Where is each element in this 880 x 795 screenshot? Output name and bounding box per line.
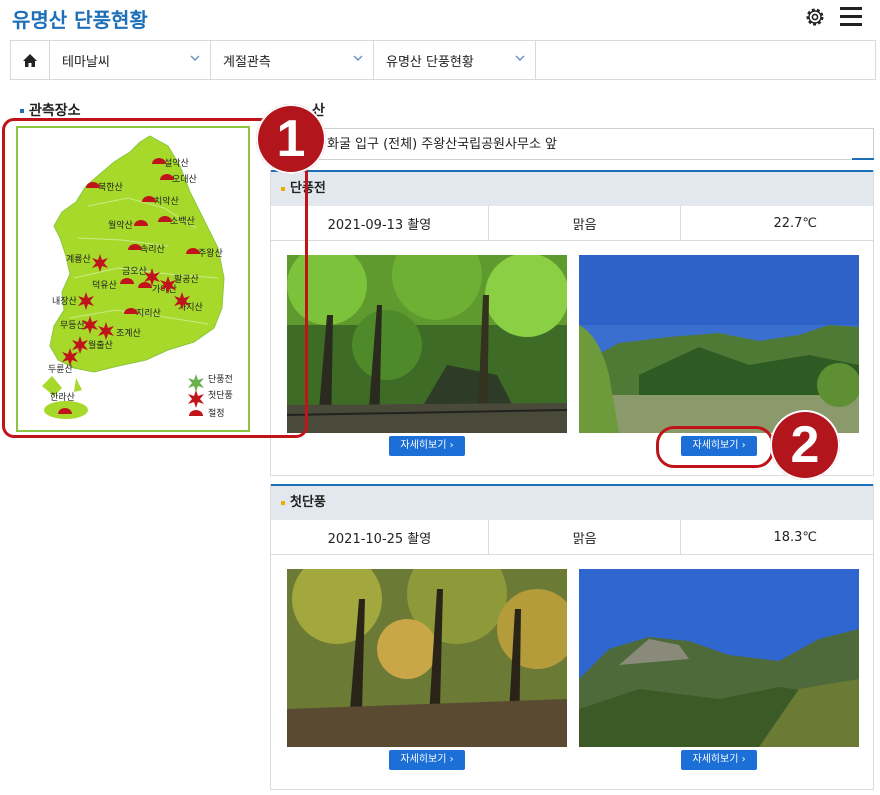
- weather: 맑음: [489, 520, 682, 554]
- section-title-text: 관측장소: [29, 103, 81, 119]
- section-title-location: 관측장소: [20, 100, 81, 120]
- panel-header: 첫단풍: [271, 484, 873, 520]
- foliage-panel-first: 첫단풍 2021-10-25 촬영 맑음 18.3℃ 자세히보기 › 자세히보기…: [270, 484, 874, 790]
- nav-dropdown-label: 계절관측: [223, 54, 271, 70]
- photo-thumbnail[interactable]: [287, 255, 567, 433]
- panel-header: 단풍전: [271, 170, 873, 206]
- temperature: 22.7℃: [773, 215, 817, 231]
- page-title: 유명산 단풍현황: [12, 8, 148, 32]
- nav-dropdown-foliage[interactable]: 유명산 단풍현황: [374, 41, 536, 79]
- home-button[interactable]: [11, 41, 50, 79]
- annotation-frame-map: [2, 118, 308, 438]
- temperature: 18.3℃: [773, 529, 817, 545]
- panel-info-row: 2021-09-13 촬영 맑음 22.7℃: [271, 206, 873, 241]
- weather: 맑음: [489, 206, 682, 240]
- details-button[interactable]: 자세히보기 ›: [389, 750, 465, 770]
- breadcrumb-nav: 테마날씨 계절관측 유명산 단풍현황: [10, 40, 876, 80]
- location-select-value: 화굴 입구 (전체) 주왕산국립공원사무소 앞: [327, 137, 557, 152]
- gear-icon[interactable]: [804, 6, 826, 28]
- photo-thumbnail[interactable]: [287, 569, 567, 747]
- details-button[interactable]: 자세히보기 ›: [681, 750, 757, 770]
- chevron-down-icon: [515, 55, 525, 61]
- location-select[interactable]: 화굴 입구 (전체) 주왕산국립공원사무소 앞: [270, 128, 874, 160]
- annotation-badge-2: 2: [770, 410, 840, 480]
- chevron-down-icon: [353, 55, 363, 61]
- photo-date: 2021-10-25 촬영: [271, 520, 489, 554]
- annotation-badge-1: 1: [256, 104, 326, 174]
- nav-dropdown-label: 테마날씨: [62, 54, 110, 70]
- nav-dropdown-season[interactable]: 계절관측: [211, 41, 374, 79]
- nav-dropdown-theme[interactable]: 테마날씨: [50, 41, 211, 79]
- chevron-down-icon: [190, 55, 200, 61]
- panel-title: 첫단풍: [290, 495, 326, 510]
- nav-dropdown-label: 유명산 단풍현황: [386, 54, 474, 70]
- photo-thumbnail[interactable]: [579, 569, 859, 747]
- panel-info-row: 2021-10-25 촬영 맑음 18.3℃: [271, 520, 873, 555]
- hamburger-menu-icon[interactable]: [840, 7, 862, 27]
- details-button[interactable]: 자세히보기 ›: [389, 436, 465, 456]
- annotation-frame-button: [656, 426, 774, 468]
- photo-thumbnail[interactable]: [579, 255, 859, 433]
- home-icon: [23, 53, 37, 67]
